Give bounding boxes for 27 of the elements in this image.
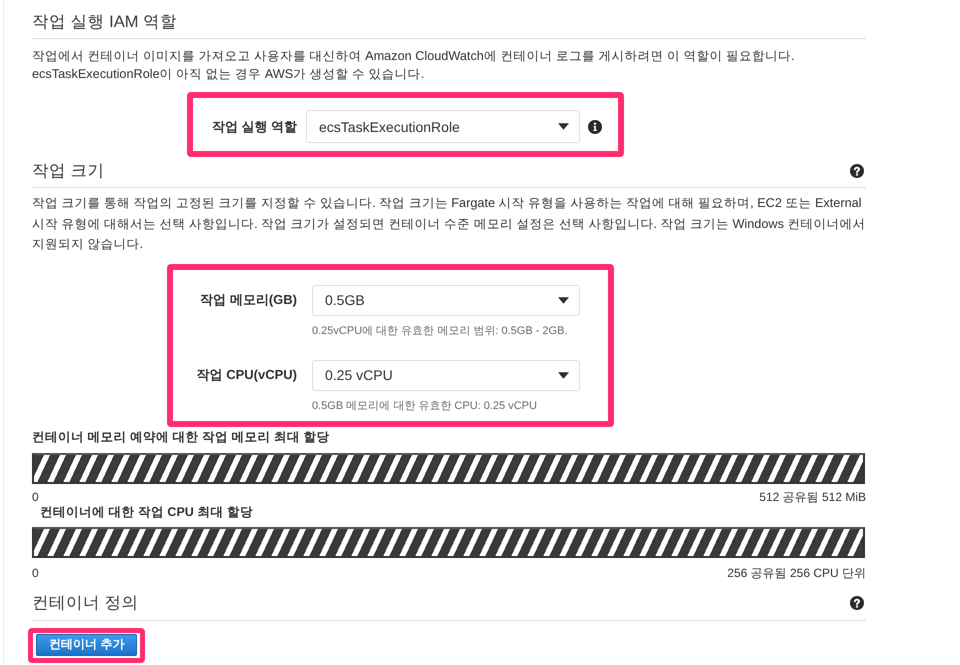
add-container-button[interactable]: 컨테이너 추가 <box>36 634 138 656</box>
caret-icon <box>558 123 569 130</box>
scale-max-label: 512 공유됨 512 MiB <box>759 490 866 504</box>
description-text: 작업에서 컨테이너 이미지를 가져오고 사용자를 대신하여 Amazon CloudWatch에 컨테이너 로그를 게시하려면 이 역할이 필요합니다. <box>32 48 796 65</box>
description-text: ecsTaskExecutionRole이 아직 없는 경우 AWS가 생성할 수 있습니다. <box>32 66 426 83</box>
help-icon[interactable] <box>850 596 864 610</box>
caret-icon <box>558 372 569 378</box>
hint-text: 0.5GB 메모리에 대한 유효한 CPU: 0.25 vCPU <box>312 398 538 412</box>
hint-text: 0.25vCPU에 대한 유효한 메모리 범위: 0.5GB - 2GB. <box>312 324 568 338</box>
section-heading: 작업 실행 IAM 역할 <box>32 12 178 33</box>
section-heading: 작업 크기 <box>32 161 105 182</box>
field-label: 작업 CPU(vCPU) <box>196 366 297 384</box>
section-heading: 컨테이너 정의 <box>32 592 139 614</box>
description-text: 작업 크기를 통해 작업의 고정된 크기를 지정할 수 있습니다. 작업 크기는 Fargate 시작 유형을 사용하는 작업에 대해 필요하며, EC2 또는 External 시작 유형에 대해서는 선택 사항입니다. 작업 크기가 설정되면 컨테이너 수준 메모리 설정은 선택 사항입니다. 작업 크기는 Windows 컨테이너에서 지원되지 않습니다. <box>32 195 866 253</box>
allocation-title: 컨테이너 메모리 예약에 대한 작업 메모리 최대 할당 <box>32 428 330 444</box>
field-label: 작업 실행 역할 <box>210 118 297 136</box>
cpu-select[interactable]: 0.25 vCPU <box>312 360 580 390</box>
caret-icon <box>558 296 569 304</box>
memory-select[interactable]: 0.5GB <box>312 284 580 316</box>
field-label: 작업 메모리(GB) <box>199 291 297 309</box>
allocation-title: 컨테이너에 대한 작업 CPU 최대 할당 <box>39 504 254 520</box>
scale-min-label: 0 <box>32 566 39 580</box>
scale-max-label: 256 공유됨 256 CPU 단위 <box>727 566 866 580</box>
scale-min-label: 0 <box>32 490 39 504</box>
info-icon[interactable] <box>588 120 602 134</box>
role-select[interactable]: ecsTaskExecutionRole <box>306 110 580 143</box>
help-icon[interactable] <box>850 164 864 178</box>
